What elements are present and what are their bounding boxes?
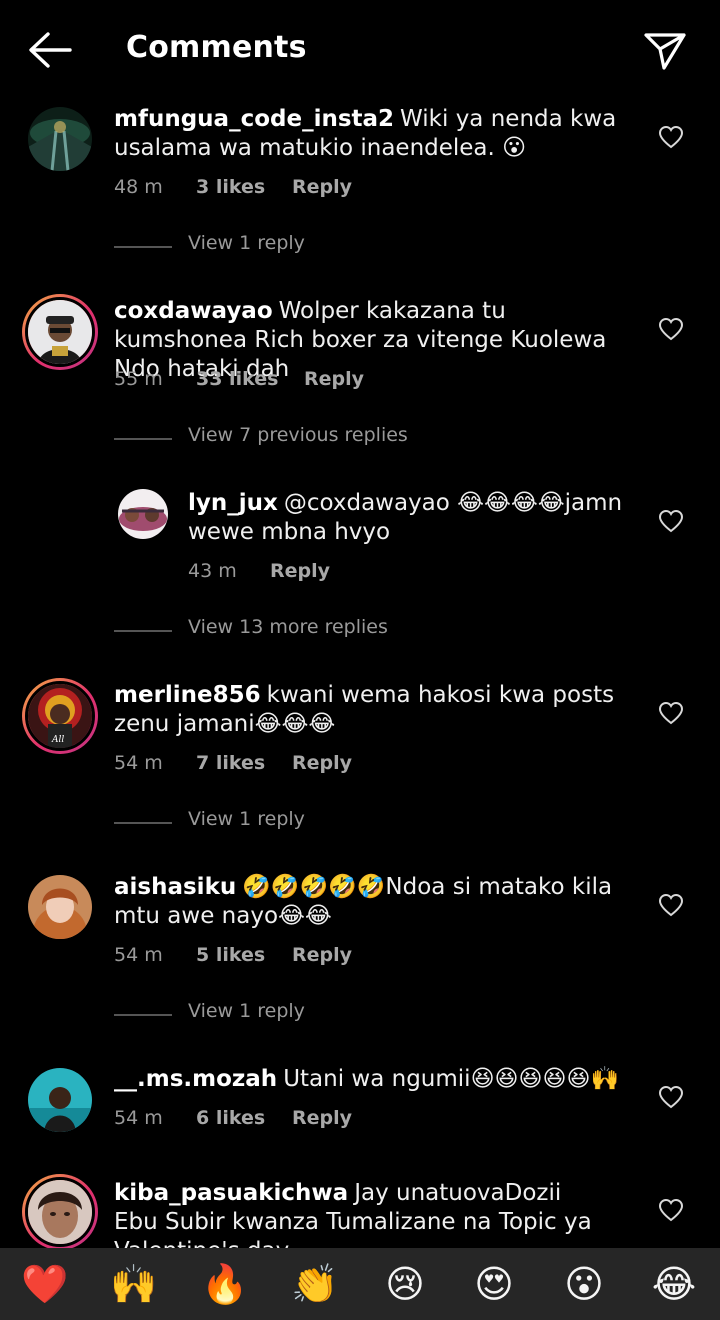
comment-body: lyn_jux @coxdawayao 😂😂😂😂jamn wewe mbna hv… (188, 489, 638, 547)
reply-button[interactable]: Reply (292, 944, 352, 966)
comment-time: 54 m (114, 944, 163, 966)
svg-text:All: All (51, 735, 64, 745)
tears-of-joy-emoji-button[interactable]: 😂 (650, 1260, 698, 1308)
comment-meta: 43 m Reply (188, 560, 488, 586)
raised-hands-emoji-button[interactable]: 🙌 (110, 1260, 158, 1308)
comment-time: 54 m (114, 1107, 163, 1129)
reply-button[interactable]: Reply (292, 1107, 352, 1129)
comment-username[interactable]: coxdawayao (114, 298, 273, 324)
likes-count[interactable]: 5 likes (196, 944, 265, 966)
comment-body: __.ms.mozah Utani wa ngumii😆😆😆😆😆🙌 (114, 1065, 644, 1094)
avatar[interactable] (28, 1068, 92, 1132)
heart-icon[interactable] (658, 509, 684, 533)
comment-username[interactable]: aishasiku (114, 874, 236, 900)
view-previous-replies-link[interactable]: View 7 previous replies (114, 424, 614, 454)
fire-emoji-button[interactable]: 🔥 (201, 1260, 249, 1308)
comment-meta: 54 m 6 likes Reply (114, 1107, 514, 1133)
comment-username[interactable]: lyn_jux (188, 490, 278, 516)
view-replies-text: View 1 reply (188, 232, 305, 254)
heart-icon[interactable] (658, 1085, 684, 1109)
comment-text: Utani wa ngumii😆😆😆😆😆🙌 (283, 1066, 620, 1092)
comment-time: 48 m (114, 176, 163, 198)
surprised-emoji-button[interactable]: 😮 (560, 1260, 608, 1308)
heart-icon[interactable] (658, 893, 684, 917)
comment-time: 54 m (114, 752, 163, 774)
divider-line (114, 1014, 172, 1016)
avatar[interactable] (118, 489, 168, 539)
comment-time: 43 m (188, 560, 237, 582)
heart-eyes-emoji-button[interactable]: 😍 (470, 1260, 518, 1308)
avatar[interactable]: All (22, 678, 98, 754)
comment-body: aishasiku 🤣🤣🤣🤣🤣Ndoa si matako kila mtu aw… (114, 873, 634, 931)
comment-username[interactable]: mfungua_code_insta2 (114, 106, 394, 132)
avatar[interactable] (28, 875, 92, 939)
comment-meta: 54 m 7 likes Reply (114, 752, 514, 778)
view-replies-text: View 1 reply (188, 1000, 305, 1022)
likes-count[interactable]: 33 likes (196, 368, 278, 390)
top-bar: Comments (0, 0, 720, 100)
view-replies-text: View 13 more replies (188, 616, 388, 638)
view-more-replies-link[interactable]: View 13 more replies (114, 616, 614, 646)
back-arrow-icon[interactable] (26, 30, 74, 70)
comments-list[interactable]: mfungua_code_insta2 Wiki ya nenda kwa usa… (0, 100, 720, 1248)
reply-button[interactable]: Reply (270, 560, 330, 582)
divider-line (114, 438, 172, 440)
crying-emoji-button[interactable]: 😢 (381, 1260, 429, 1308)
comment-meta: 48 m 3 likes Reply (114, 176, 514, 202)
heart-icon[interactable] (658, 125, 684, 149)
avatar[interactable] (28, 107, 92, 171)
heart-icon[interactable] (658, 1198, 684, 1222)
heart-icon[interactable] (658, 317, 684, 341)
clap-emoji-button[interactable]: 👏 (291, 1260, 339, 1308)
reply-button[interactable]: Reply (292, 176, 352, 198)
view-replies-text: View 7 previous replies (188, 424, 408, 446)
reply-button[interactable]: Reply (304, 368, 364, 390)
avatar[interactable] (22, 294, 98, 370)
divider-line (114, 246, 172, 248)
comment-username[interactable]: kiba_pasuakichwa (114, 1180, 348, 1206)
comment-body: merline856 kwani wema hakosi kwa posts ze… (114, 681, 634, 739)
avatar[interactable] (22, 1174, 98, 1248)
divider-line (114, 822, 172, 824)
view-replies-text: View 1 reply (188, 808, 305, 830)
view-replies-link[interactable]: View 1 reply (114, 232, 614, 262)
comment-username[interactable]: __.ms.mozah (114, 1066, 277, 1092)
likes-count[interactable]: 7 likes (196, 752, 265, 774)
comment-meta: 54 m 5 likes Reply (114, 944, 514, 970)
comment-body: mfungua_code_insta2 Wiki ya nenda kwa usa… (114, 105, 634, 163)
divider-line (114, 630, 172, 632)
view-replies-link[interactable]: View 1 reply (114, 808, 614, 838)
send-icon[interactable] (642, 28, 688, 74)
likes-count[interactable]: 3 likes (196, 176, 265, 198)
heart-emoji-button[interactable]: ❤️ (21, 1260, 69, 1308)
view-replies-link[interactable]: View 1 reply (114, 1000, 614, 1030)
likes-count[interactable]: 6 likes (196, 1107, 265, 1129)
heart-icon[interactable] (658, 701, 684, 725)
reply-button[interactable]: Reply (292, 752, 352, 774)
page-title: Comments (126, 30, 307, 65)
comment-meta: 55 m 33 likes Reply (114, 368, 514, 394)
emoji-reaction-bar: ❤️ 🙌 🔥 👏 😢 😍 😮 😂 (0, 1248, 720, 1320)
comment-time: 55 m (114, 368, 163, 390)
comment-username[interactable]: merline856 (114, 682, 261, 708)
comment-body: kiba_pasuakichwa Jay unatuovaDozii Ebu Su… (114, 1179, 594, 1248)
